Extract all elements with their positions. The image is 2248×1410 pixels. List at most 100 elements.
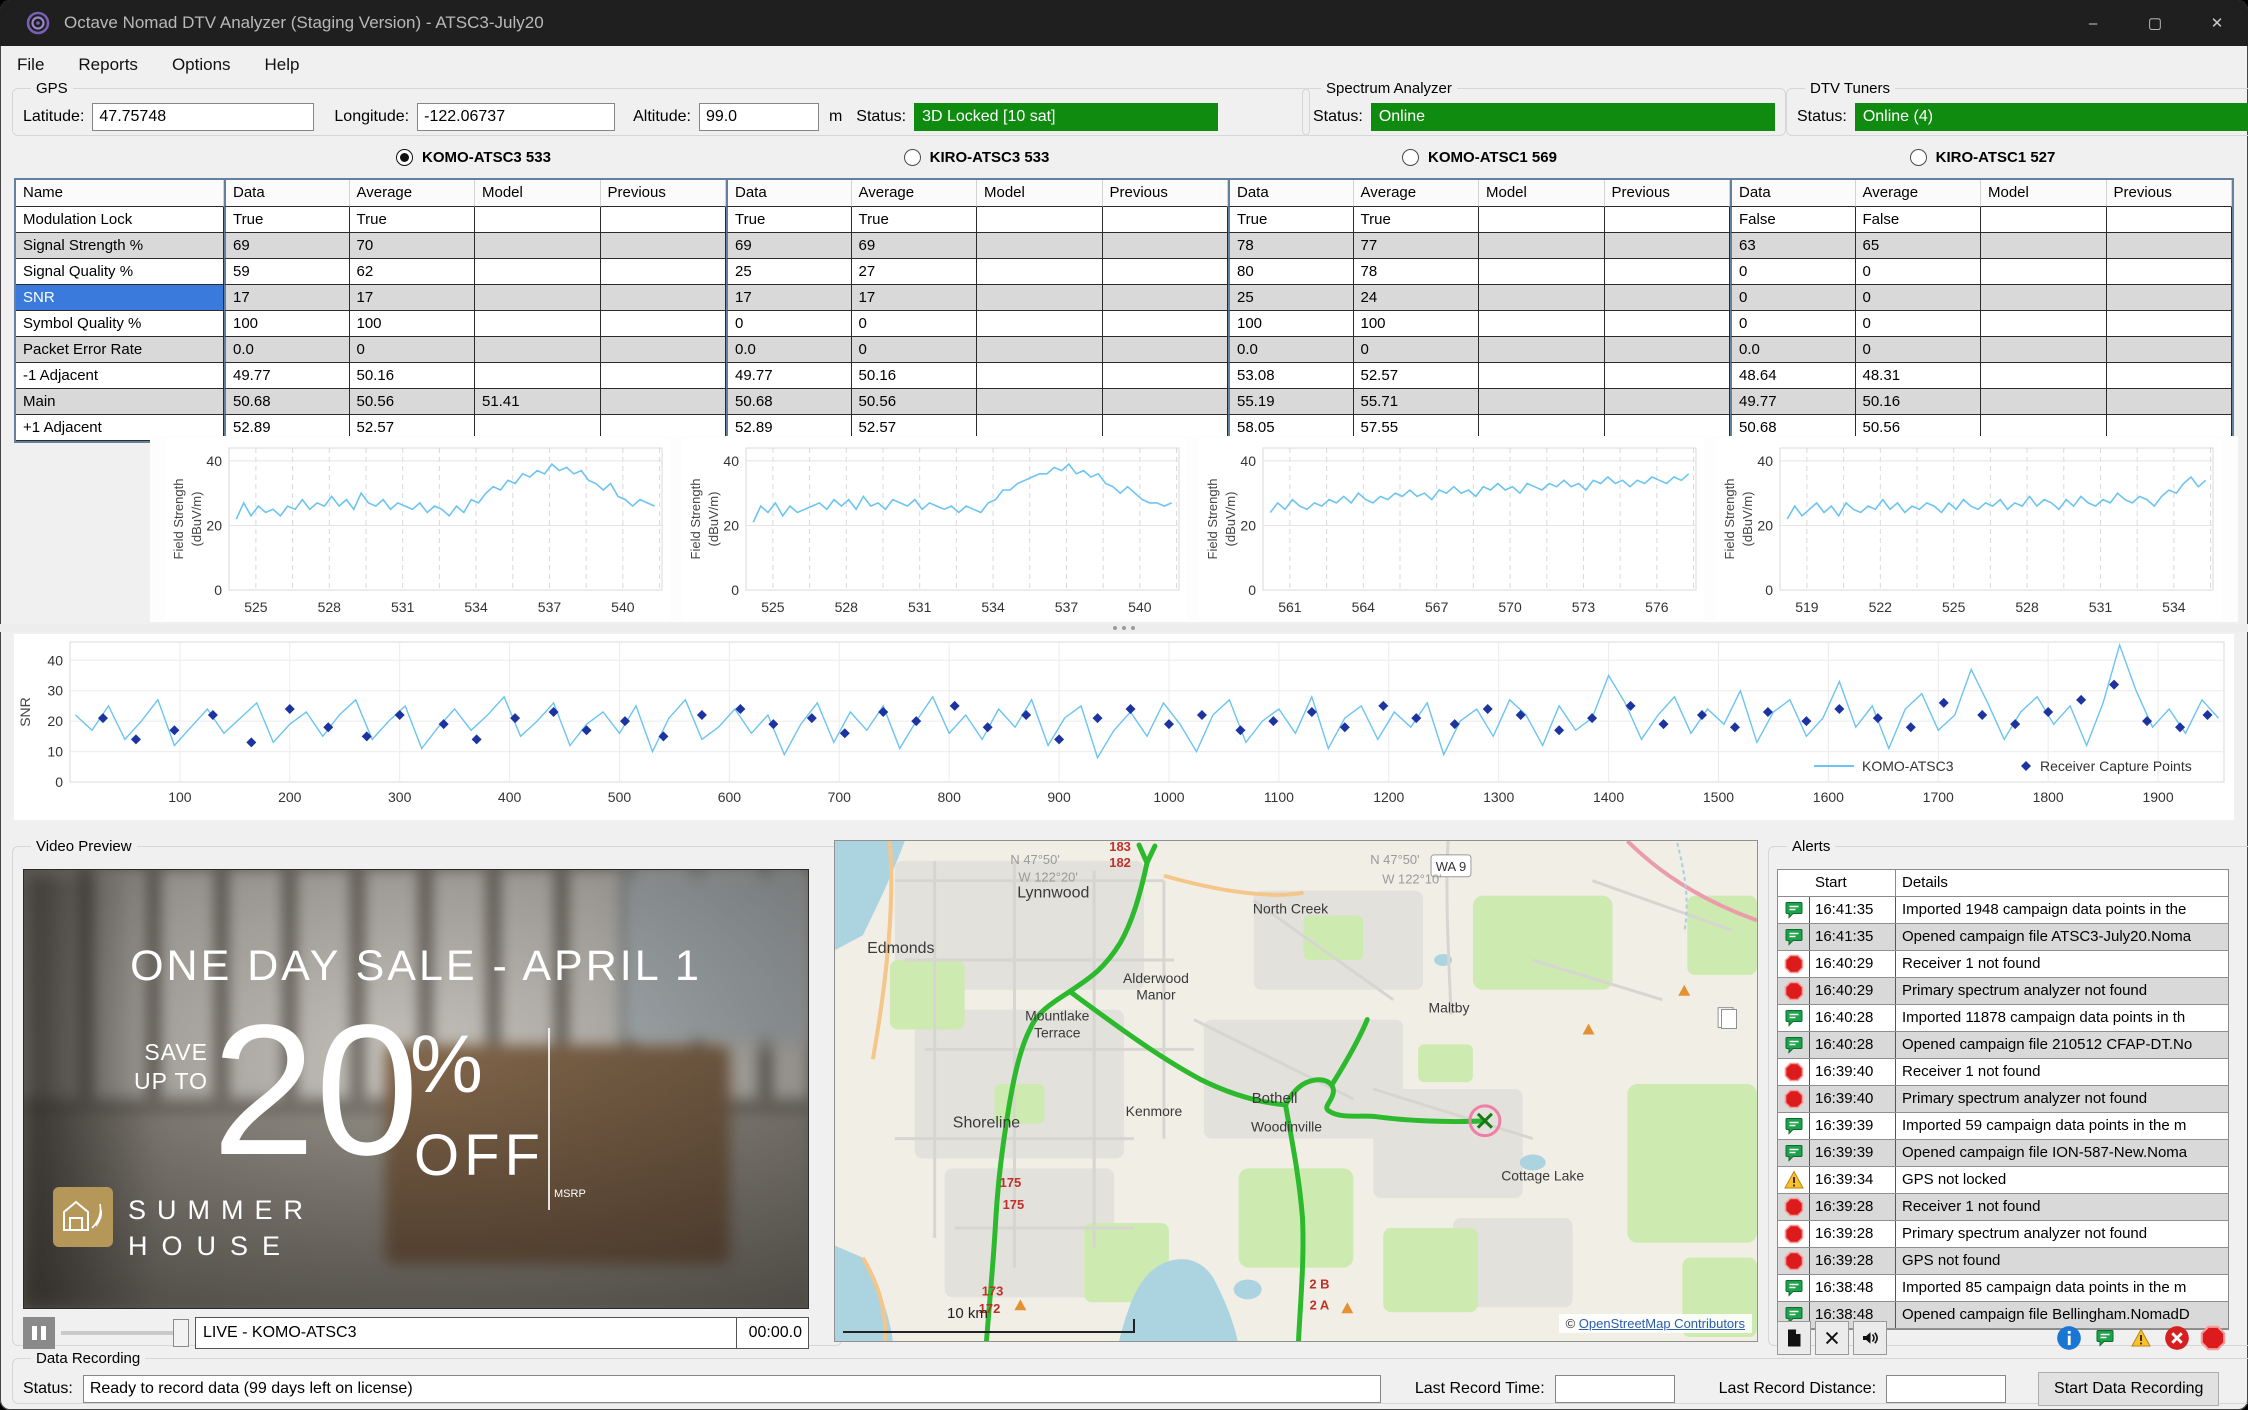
longitude-field[interactable] — [417, 103, 616, 131]
radio-circle[interactable] — [396, 148, 414, 166]
maximize-button[interactable]: ▢ — [2124, 0, 2186, 46]
table-cell[interactable]: 0.0 — [1730, 337, 1856, 363]
table-cell[interactable] — [1981, 389, 2107, 415]
table-cell[interactable]: 55.19 — [1228, 389, 1354, 415]
table-cell[interactable]: 100 — [224, 311, 350, 337]
table-cell[interactable]: 100 — [1228, 311, 1354, 337]
alert-row[interactable]: 16:39:40 Primary spectrum analyzer not fo… — [1778, 1086, 2228, 1113]
table-cell[interactable]: 0 — [349, 337, 475, 363]
table-cell[interactable]: 69 — [726, 233, 852, 259]
table-header[interactable]: Model — [1981, 180, 2107, 207]
table-cell[interactable]: 0 — [1730, 285, 1856, 311]
table-cell[interactable] — [2106, 259, 2232, 285]
table-cell[interactable]: 50.16 — [851, 363, 977, 389]
table-cell[interactable]: 17 — [224, 285, 350, 311]
alert-row[interactable]: 16:40:29 Primary spectrum analyzer not fo… — [1778, 978, 2228, 1005]
table-cell[interactable]: False — [1855, 207, 1981, 233]
table-row-name[interactable]: Signal Quality % — [16, 259, 224, 285]
menu-reports[interactable]: Reports — [61, 55, 155, 75]
table-cell[interactable]: 63 — [1730, 233, 1856, 259]
table-cell[interactable] — [977, 259, 1103, 285]
table-header[interactable]: Previous — [600, 180, 726, 207]
table-cell[interactable]: 62 — [349, 259, 475, 285]
table-cell[interactable] — [475, 363, 601, 389]
table-header-name[interactable]: Name — [16, 180, 224, 207]
table-cell[interactable] — [475, 233, 601, 259]
table-header[interactable]: Data — [1228, 180, 1354, 207]
table-cell[interactable]: True — [726, 207, 852, 233]
table-cell[interactable] — [2106, 389, 2232, 415]
table-cell[interactable] — [475, 285, 601, 311]
table-cell[interactable]: 78 — [1228, 233, 1354, 259]
table-cell[interactable]: 53.08 — [1228, 363, 1354, 389]
table-cell[interactable] — [977, 207, 1103, 233]
table-cell[interactable] — [1102, 259, 1228, 285]
table-cell[interactable] — [600, 363, 726, 389]
alert-row[interactable]: 16:39:28 GPS not found — [1778, 1248, 2228, 1275]
menu-options[interactable]: Options — [155, 55, 248, 75]
table-cell[interactable] — [1604, 363, 1730, 389]
table-cell[interactable]: 17 — [349, 285, 475, 311]
table-cell[interactable] — [1604, 233, 1730, 259]
alert-row[interactable]: 16:39:40 Receiver 1 not found — [1778, 1059, 2228, 1086]
table-cell[interactable]: 0.0 — [726, 337, 852, 363]
table-cell[interactable]: True — [1353, 207, 1479, 233]
table-cell[interactable]: True — [224, 207, 350, 233]
table-cell[interactable] — [600, 233, 726, 259]
table-row-name[interactable]: Modulation Lock — [16, 207, 224, 233]
table-cell[interactable] — [1981, 285, 2107, 311]
table-row-name[interactable]: Packet Error Rate — [16, 337, 224, 363]
table-cell[interactable] — [1102, 285, 1228, 311]
table-cell[interactable]: 0.0 — [1228, 337, 1354, 363]
table-header[interactable]: Previous — [1102, 180, 1228, 207]
close-button[interactable]: ✕ — [2186, 0, 2248, 46]
table-cell[interactable]: 50.68 — [726, 389, 852, 415]
table-cell[interactable] — [1102, 207, 1228, 233]
table-cell[interactable] — [600, 207, 726, 233]
table-cell[interactable] — [2106, 311, 2232, 337]
alert-row[interactable]: 16:40:29 Receiver 1 not found — [1778, 951, 2228, 978]
table-cell[interactable] — [1479, 233, 1605, 259]
table-cell[interactable]: 78 — [1353, 259, 1479, 285]
table-cell[interactable] — [1981, 233, 2107, 259]
table-cell[interactable] — [2106, 363, 2232, 389]
table-cell[interactable] — [1604, 337, 1730, 363]
alert-row[interactable]: 16:39:34 GPS not locked — [1778, 1167, 2228, 1194]
table-row-name[interactable]: Main — [16, 389, 224, 415]
latitude-field[interactable] — [92, 103, 315, 131]
radio-circle[interactable] — [1402, 148, 1420, 166]
start-data-recording-button[interactable]: Start Data Recording — [2038, 1372, 2220, 1406]
table-cell[interactable]: 55.71 — [1353, 389, 1479, 415]
alert-row[interactable]: 16:39:28 Receiver 1 not found — [1778, 1194, 2228, 1221]
table-cell[interactable]: 50.16 — [349, 363, 475, 389]
table-cell[interactable] — [977, 389, 1103, 415]
alert-row[interactable]: 16:38:48 Imported 85 campaign data points… — [1778, 1275, 2228, 1302]
table-cell[interactable]: 49.77 — [726, 363, 852, 389]
table-cell[interactable] — [2106, 337, 2232, 363]
map-canvas[interactable]: WA 9 LynnwoodNorth CreekEdmondsAlderwood… — [835, 841, 1757, 1341]
table-cell[interactable] — [1102, 233, 1228, 259]
table-cell[interactable]: 51.41 — [475, 389, 601, 415]
recording-status-field[interactable] — [82, 1375, 1381, 1403]
minimize-button[interactable]: – — [2062, 0, 2124, 46]
tuner-radio-2[interactable]: KIRO-ATSC3 533 — [725, 144, 1228, 170]
table-cell[interactable] — [2106, 207, 2232, 233]
table-cell[interactable] — [1479, 285, 1605, 311]
table-cell[interactable] — [1981, 337, 2107, 363]
table-header[interactable]: Average — [349, 180, 475, 207]
table-cell[interactable]: 59 — [224, 259, 350, 285]
table-cell[interactable]: True — [349, 207, 475, 233]
pause-button[interactable] — [23, 1317, 55, 1349]
table-cell[interactable] — [977, 337, 1103, 363]
table-cell[interactable]: 17 — [726, 285, 852, 311]
table-cell[interactable] — [977, 233, 1103, 259]
last-record-distance-field[interactable] — [1886, 1375, 2007, 1403]
table-row-name[interactable]: Symbol Quality % — [16, 311, 224, 337]
table-cell[interactable] — [1604, 259, 1730, 285]
table-cell[interactable]: 65 — [1855, 233, 1981, 259]
last-record-time-field[interactable] — [1554, 1375, 1675, 1403]
table-cell[interactable]: 52.57 — [1353, 363, 1479, 389]
table-cell[interactable] — [1479, 389, 1605, 415]
alert-row[interactable]: 16:40:28 Opened campaign file 210512 CFAP… — [1778, 1032, 2228, 1059]
menu-file[interactable]: File — [0, 55, 61, 75]
